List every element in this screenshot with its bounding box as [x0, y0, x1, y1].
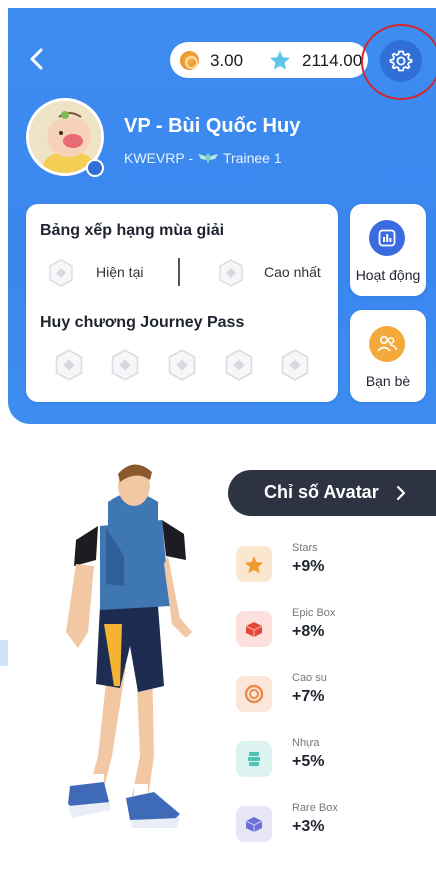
stat-row-plastic: Nhựa +5% — [236, 737, 426, 787]
star-icon — [244, 555, 264, 573]
profile-subline: KWEVRP - Trainee 1 — [124, 150, 282, 166]
rare-box-icon — [245, 817, 263, 832]
coin-balance: 3.00 — [210, 51, 244, 70]
journey-medal-icon — [225, 349, 253, 381]
avatar-stats-label: Chỉ số Avatar — [264, 482, 379, 502]
stat-value: +7% — [292, 688, 325, 705]
stat-row-rare-box: Rare Box +3% — [236, 802, 426, 852]
stat-name: Epic Box — [292, 607, 336, 619]
rank-divider — [178, 258, 180, 286]
stat-row-epic-box: Epic Box +8% — [236, 607, 426, 657]
stat-icon-bg — [236, 806, 272, 842]
current-rank-label: Hiện tại — [96, 264, 144, 280]
journey-medal-icon — [111, 349, 139, 381]
chart-icon — [378, 229, 396, 247]
journey-medal-icon — [55, 349, 83, 381]
activity-button[interactable]: Hoạt động — [350, 204, 426, 296]
stat-icon-bg — [236, 546, 272, 582]
activity-label: Hoạt động — [355, 267, 421, 283]
chevron-right-icon — [396, 485, 406, 501]
stat-icon-bg — [236, 611, 272, 647]
stat-name: Cao su — [292, 672, 327, 684]
stat-name: Nhựa — [292, 737, 320, 749]
settings-button[interactable] — [380, 40, 422, 82]
verified-badge-icon — [86, 159, 104, 177]
profile-rank: Trainee 1 — [222, 150, 282, 166]
current-rank-badge-icon — [49, 259, 73, 287]
season-ranking-title: Bảng xếp hạng mùa giải — [40, 222, 225, 239]
avatar-stats-button[interactable]: Chỉ số Avatar — [228, 470, 436, 516]
epic-box-icon — [245, 622, 263, 637]
stat-name: Stars — [292, 542, 318, 554]
star-balance: 2114.00 — [302, 51, 363, 70]
stat-value: +9% — [292, 558, 325, 575]
journey-pass-title: Huy chương Journey Pass — [40, 314, 245, 331]
stat-value: +5% — [292, 753, 325, 770]
rank-wings-icon — [197, 153, 218, 164]
profile-avatar[interactable] — [26, 98, 106, 178]
users-icon — [377, 335, 398, 352]
activity-icon — [369, 220, 405, 256]
journey-medal-icon — [281, 349, 309, 381]
profile-name: VP - Bùi Quốc Huy — [124, 115, 301, 137]
coin-icon — [180, 51, 199, 70]
plastic-icon — [248, 752, 260, 766]
star-icon — [270, 50, 290, 70]
friends-label: Bạn bè — [365, 373, 411, 389]
background-accent — [0, 640, 8, 666]
back-button[interactable] — [22, 44, 52, 74]
friends-icon — [369, 326, 405, 362]
friends-button[interactable]: Bạn bè — [350, 310, 426, 402]
stat-value: +3% — [292, 818, 325, 835]
profile-code: KWEVRP - — [124, 150, 193, 166]
best-rank-label: Cao nhất — [264, 264, 321, 280]
stat-icon-bg — [236, 741, 272, 777]
season-ranking-card: Bảng xếp hạng mùa giải Hiện tại Cao nhất… — [26, 204, 338, 402]
stat-icon-bg — [236, 676, 272, 712]
chevron-left-icon — [30, 48, 43, 70]
currency-pill: 3.00 2114.00 — [170, 42, 368, 78]
gear-icon — [389, 50, 413, 72]
best-rank-badge-icon — [219, 259, 243, 287]
stat-row-rubber: Cao su +7% — [236, 672, 426, 722]
stat-value: +8% — [292, 623, 325, 640]
stat-row-stars: Stars +9% — [236, 542, 426, 592]
stat-name: Rare Box — [292, 802, 338, 814]
journey-medal-icon — [168, 349, 196, 381]
avatar-character-illustration — [66, 464, 192, 828]
rubber-icon — [244, 684, 264, 704]
